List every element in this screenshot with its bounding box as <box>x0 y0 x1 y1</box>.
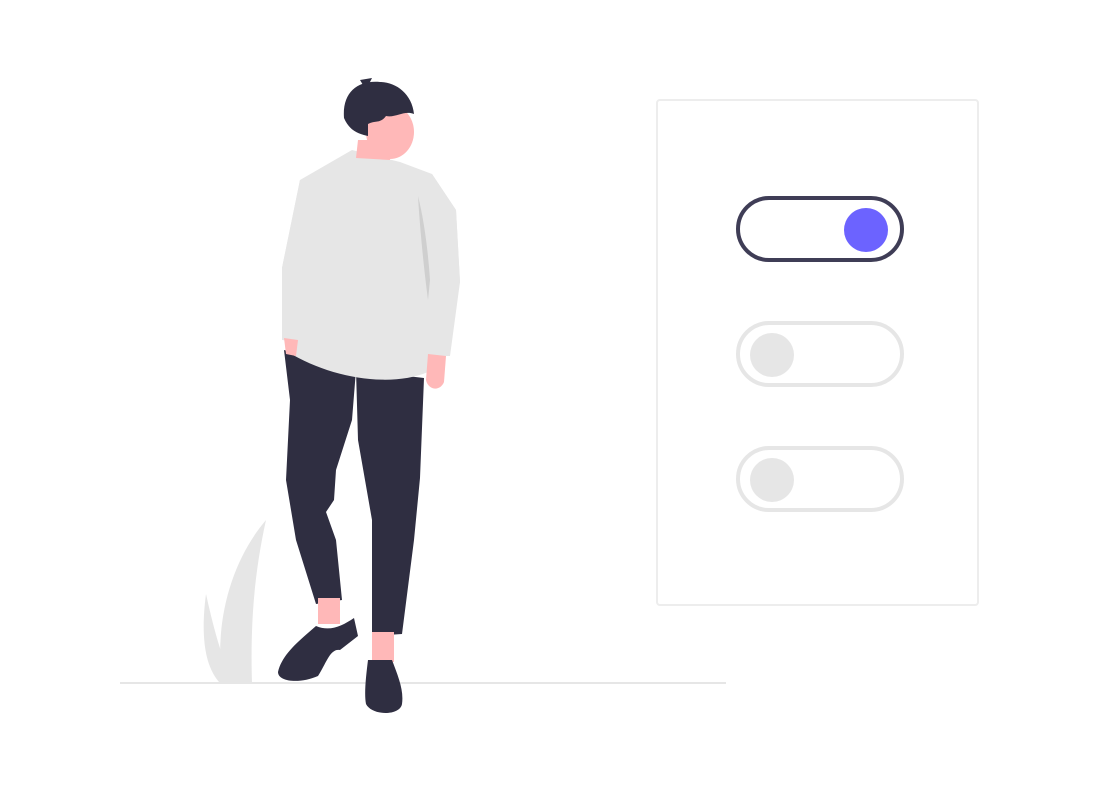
toggle-switch-1[interactable] <box>736 196 904 262</box>
toggle-switch-2[interactable] <box>736 321 904 387</box>
toggle-switch-3[interactable] <box>736 446 904 512</box>
toggle-knob <box>844 208 888 252</box>
settings-card <box>656 99 979 606</box>
person-icon <box>278 78 460 713</box>
toggle-knob <box>750 458 794 502</box>
plant-leaf-icon <box>203 520 266 683</box>
toggle-knob <box>750 333 794 377</box>
